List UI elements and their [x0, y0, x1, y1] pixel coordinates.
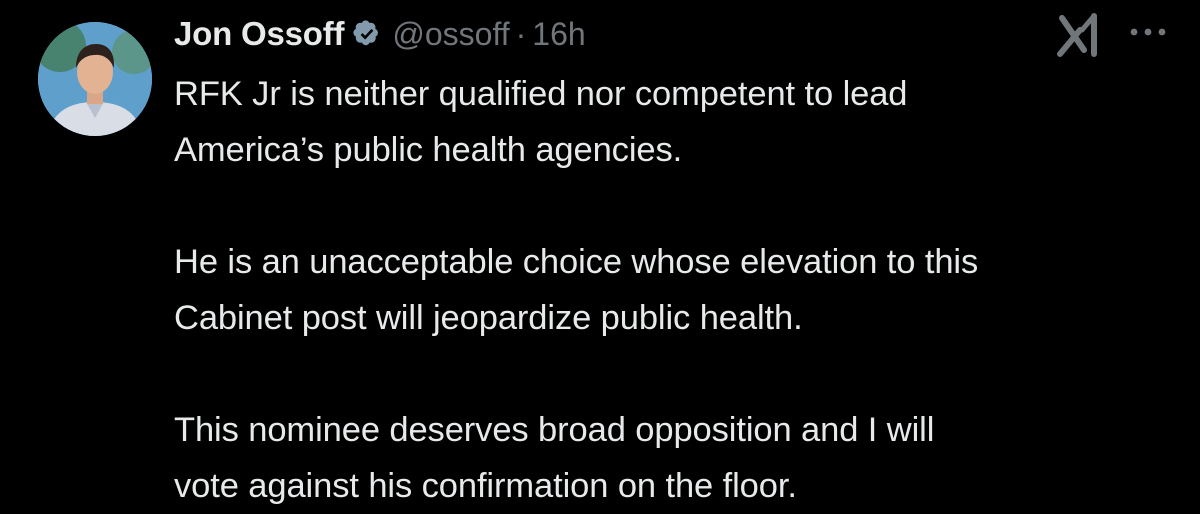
tweet-paragraph-2: He is an unacceptable choice whose eleva…: [174, 234, 1184, 346]
tweet-line: Cabinet post will jeopardize public heal…: [174, 299, 803, 337]
verified-badge-icon[interactable]: [352, 19, 382, 49]
tweet-header: Jon Ossoff @ossoff · 16h: [174, 8, 586, 60]
tweet-line: America’s public health agencies.: [174, 131, 683, 169]
grok-icon[interactable]: [1054, 10, 1106, 58]
display-name[interactable]: Jon Ossoff: [174, 15, 345, 53]
separator-dot: ·: [515, 15, 527, 52]
tweet-line: He is an unacceptable choice whose eleva…: [174, 243, 979, 281]
tweet-paragraph-3: This nominee deserves broad opposition a…: [174, 402, 1184, 514]
tweet-paragraph-1: RFK Jr is neither qualified nor competen…: [174, 66, 1184, 178]
tweet[interactable]: Jon Ossoff @ossoff · 16h RFK Jr is neith…: [0, 0, 1200, 507]
tweet-line: RFK Jr is neither qualified nor competen…: [174, 75, 908, 113]
timestamp[interactable]: 16h: [532, 16, 585, 53]
avatar-photo: [38, 22, 152, 136]
tweet-text: RFK Jr is neither qualified nor competen…: [174, 66, 1184, 514]
tweet-line: This nominee deserves broad opposition a…: [174, 411, 935, 449]
handle[interactable]: @ossoff: [392, 16, 509, 53]
more-options-icon[interactable]: [1128, 24, 1168, 40]
avatar[interactable]: [38, 22, 152, 136]
tweet-line: vote against his confirmation on the flo…: [174, 467, 797, 505]
